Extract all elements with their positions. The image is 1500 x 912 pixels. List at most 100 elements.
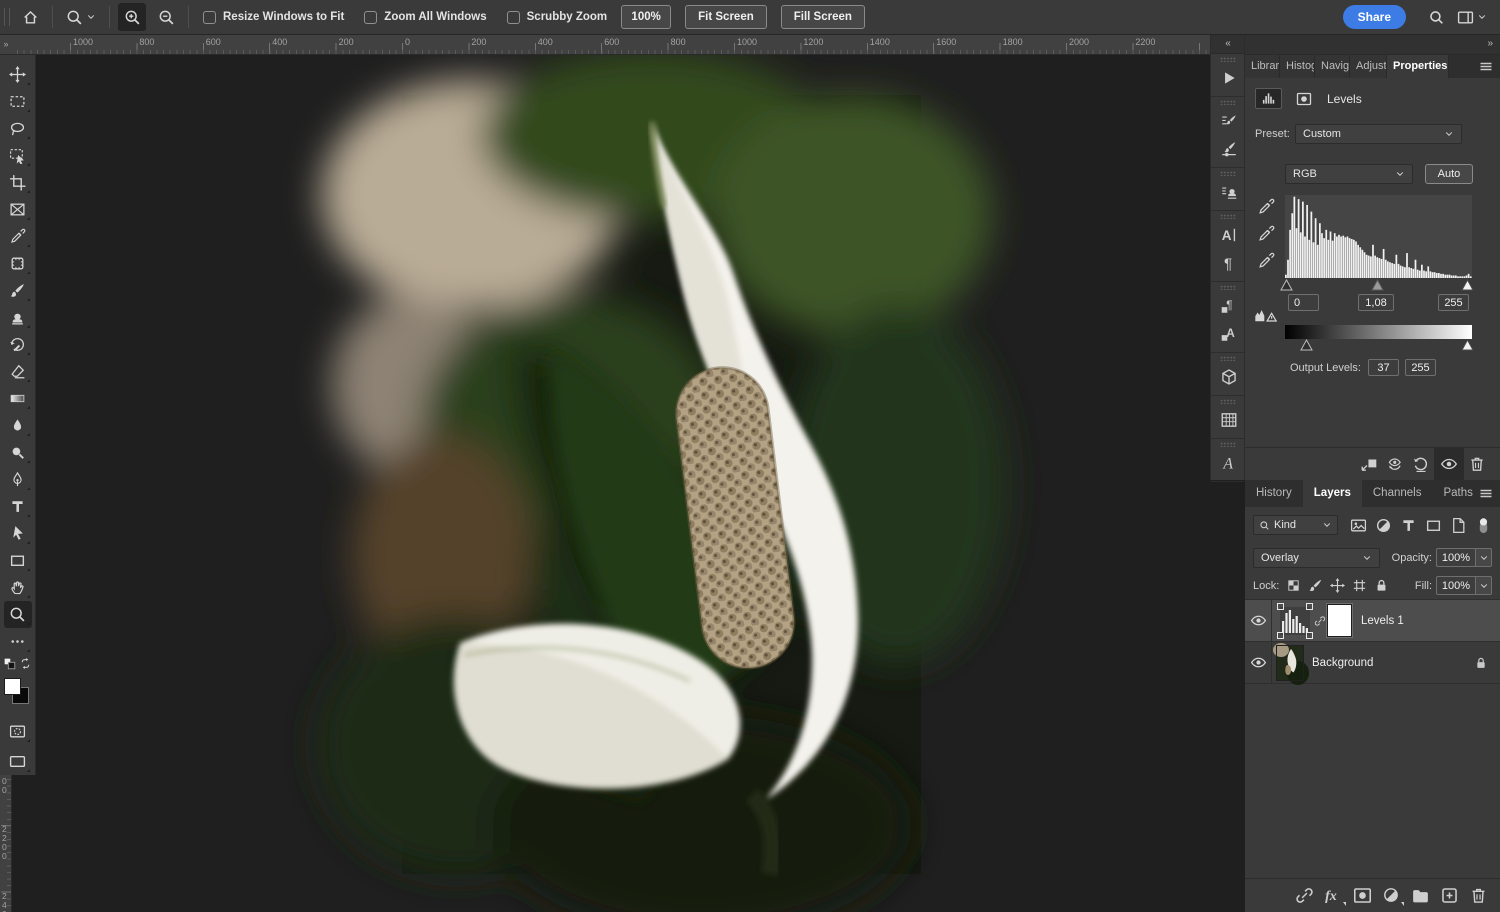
3d-panel-button[interactable] xyxy=(1211,363,1246,391)
expand-panels-button[interactable]: » xyxy=(1245,35,1500,55)
horizontal-ruler[interactable]: 1000800600400200020040060080010001200140… xyxy=(12,35,1210,55)
object-selection-tool[interactable] xyxy=(4,142,32,169)
input-shadow-field[interactable]: 0 xyxy=(1288,294,1319,311)
lock-all-icon[interactable] xyxy=(1374,578,1389,593)
path-selection-tool[interactable] xyxy=(4,520,32,547)
document-canvas-peace-lily-photo[interactable] xyxy=(402,95,921,874)
clone-source-panel-button[interactable] xyxy=(1211,178,1246,206)
input-highlight-field[interactable]: 255 xyxy=(1438,294,1469,311)
rectangle-tool[interactable] xyxy=(4,547,32,574)
tab-adjustments[interactable]: Adjustments xyxy=(1350,55,1387,78)
output-shadow-field[interactable]: 37 xyxy=(1368,359,1399,376)
filter-adjustment-layers-icon[interactable] xyxy=(1375,517,1392,534)
output-highlight-slider[interactable] xyxy=(1461,339,1474,351)
share-button[interactable]: Share xyxy=(1343,5,1406,29)
reset-adjustment-button[interactable] xyxy=(1408,448,1434,481)
character-styles-panel-button[interactable] xyxy=(1211,320,1246,348)
panel-drag-grip[interactable] xyxy=(1220,442,1236,447)
vertical-ruler[interactable]: 2 0 0 02 2 0 02 4 0 0 xyxy=(0,775,12,912)
eyedropper-tool[interactable] xyxy=(4,223,32,250)
fill-dropdown-button[interactable] xyxy=(1476,576,1492,595)
canvas-area[interactable] xyxy=(12,55,1245,912)
channel-select[interactable]: RGB xyxy=(1285,164,1413,184)
pen-tool[interactable] xyxy=(4,466,32,493)
fill-field[interactable]: 100% xyxy=(1436,576,1476,595)
layer-row-levels-1[interactable]: Levels 1 xyxy=(1245,600,1500,642)
input-shadow-slider[interactable] xyxy=(1280,279,1293,291)
paragraph-panel-button[interactable] xyxy=(1211,249,1246,277)
crop-tool[interactable] xyxy=(4,169,32,196)
filter-kind-select[interactable]: Kind xyxy=(1253,515,1338,535)
lock-position-icon[interactable] xyxy=(1330,578,1345,593)
zoom-in-button[interactable] xyxy=(118,3,146,31)
mask-properties-button[interactable] xyxy=(1291,89,1316,108)
input-midtone-slider[interactable] xyxy=(1371,279,1384,291)
layer-name[interactable]: Levels 1 xyxy=(1361,615,1404,627)
toggle-adjustment-visibility-button[interactable] xyxy=(1434,448,1464,481)
search-button[interactable] xyxy=(1422,3,1450,31)
filter-pixel-layers-icon[interactable] xyxy=(1350,517,1367,534)
history-brush-tool[interactable] xyxy=(4,331,32,358)
panel-drag-grip[interactable] xyxy=(1220,100,1236,105)
blur-tool[interactable] xyxy=(4,412,32,439)
frame-tool[interactable] xyxy=(4,196,32,223)
add-layer-mask-button[interactable] xyxy=(1353,886,1372,905)
output-shadow-slider[interactable] xyxy=(1300,339,1313,351)
default-colors-icon[interactable] xyxy=(3,657,16,670)
tab-channels[interactable]: Channels xyxy=(1362,480,1433,507)
gray-point-eyedropper[interactable] xyxy=(1257,225,1275,243)
edit-toolbar-ellipsis[interactable] xyxy=(4,628,32,655)
gradient-tool[interactable] xyxy=(4,385,32,412)
dodge-tool[interactable] xyxy=(4,439,32,466)
input-highlight-slider[interactable] xyxy=(1461,279,1474,291)
workspace-switcher-button[interactable] xyxy=(1450,3,1494,31)
filter-shape-layers-icon[interactable] xyxy=(1425,517,1442,534)
panel-menu-icon[interactable] xyxy=(1478,59,1494,75)
tab-navigator[interactable]: Navigator xyxy=(1315,55,1350,78)
lock-artboard-icon[interactable] xyxy=(1352,578,1367,593)
fill-screen-button[interactable]: Fill Screen xyxy=(781,5,865,29)
foreground-background-colors[interactable] xyxy=(3,678,33,708)
layer-visibility-toggle[interactable] xyxy=(1245,600,1272,642)
lock-image-pixels-icon[interactable] xyxy=(1308,578,1323,593)
screen-mode-button[interactable] xyxy=(4,748,32,775)
tab-paths[interactable]: Paths xyxy=(1432,480,1483,507)
background-layer-thumbnail[interactable] xyxy=(1277,646,1303,680)
blend-mode-select[interactable]: Overlay xyxy=(1253,548,1380,568)
zoom-tool[interactable] xyxy=(4,601,32,628)
character-panel-button[interactable] xyxy=(1211,221,1246,249)
layer-visibility-toggle[interactable] xyxy=(1245,642,1272,684)
foreground-color-swatch[interactable] xyxy=(4,678,21,695)
filter-type-layers-icon[interactable] xyxy=(1400,517,1417,534)
tab-history[interactable]: History xyxy=(1245,480,1303,507)
layer-lock-icon[interactable] xyxy=(1474,656,1488,670)
levels-adjustment-icon-button[interactable] xyxy=(1255,88,1282,109)
tab-histogram[interactable]: Histogram xyxy=(1280,55,1315,78)
fit-screen-button[interactable]: Fit Screen xyxy=(685,5,767,29)
delete-adjustment-button[interactable] xyxy=(1464,448,1490,481)
resize-windows-to-fit-checkbox[interactable]: Resize Windows to Fit xyxy=(203,11,344,24)
filter-smart-objects-icon[interactable] xyxy=(1450,517,1467,534)
collapse-panels-button[interactable]: « xyxy=(1211,35,1244,54)
swap-colors-icon[interactable] xyxy=(19,657,32,670)
lock-transparent-pixels-icon[interactable] xyxy=(1286,578,1301,593)
clip-to-layer-button[interactable] xyxy=(1356,448,1382,481)
brush-settings-panel-button[interactable] xyxy=(1211,107,1246,135)
uncached-histogram-refresh-icon[interactable] xyxy=(1253,306,1279,324)
zoom-percent-field[interactable]: 100% xyxy=(621,5,671,29)
zoom-all-windows-checkbox[interactable]: Zoom All Windows xyxy=(364,11,486,24)
opacity-field[interactable]: 100% xyxy=(1436,548,1476,567)
tab-properties[interactable]: Properties xyxy=(1387,55,1449,78)
panel-menu-icon[interactable] xyxy=(1478,486,1494,502)
paragraph-styles-panel-button[interactable] xyxy=(1211,292,1246,320)
options-bar-drag-handle[interactable] xyxy=(4,8,10,26)
brush-tool[interactable] xyxy=(4,277,32,304)
type-tool[interactable] xyxy=(4,493,32,520)
layer-style-button[interactable] xyxy=(1324,886,1343,905)
adjustment-layer-thumbnail[interactable] xyxy=(1277,603,1313,639)
hand-tool[interactable] xyxy=(4,574,32,601)
layer-mask-thumbnail[interactable] xyxy=(1327,604,1352,637)
panel-drag-grip[interactable] xyxy=(1220,57,1236,62)
move-tool[interactable] xyxy=(4,61,32,88)
lasso-tool[interactable] xyxy=(4,115,32,142)
